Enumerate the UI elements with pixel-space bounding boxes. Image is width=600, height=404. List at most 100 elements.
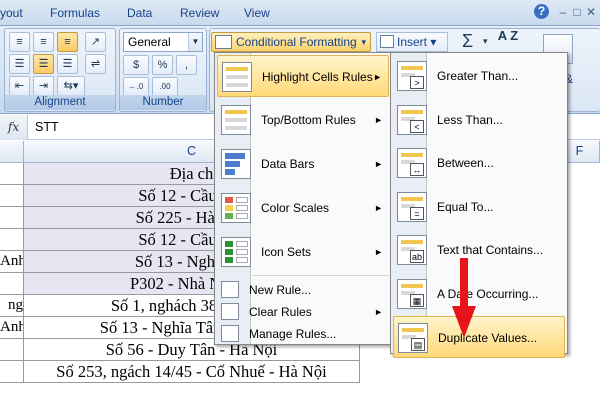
align-center-icon[interactable]: ☰ (33, 54, 54, 74)
close-icon[interactable]: ✕ (582, 4, 600, 21)
cell-b[interactable]: Anh (0, 251, 24, 273)
align-middle-icon[interactable]: ≡ (33, 32, 54, 52)
percent-button[interactable]: % (152, 55, 173, 75)
decrease-indent-icon[interactable]: ⇤ (9, 76, 30, 96)
insert-button[interactable]: Insert ▾ (376, 32, 448, 52)
menu-item-icon-sets[interactable]: Icon Sets ► (217, 231, 389, 273)
alignment-group: ≡ ≡ ≡ ↗ ☰ ☰ ☰ ⇌ ⇤ ⇥ ⇆▾ Alignment (4, 28, 116, 112)
submenu-item-label: Between... (437, 156, 494, 170)
submenu-item-date-occurring[interactable]: ▦ A Date Occurring... (393, 273, 565, 315)
submenu-arrow-icon: ► (374, 159, 383, 169)
color-scales-icon (221, 193, 251, 223)
equal-to-icon: = (397, 191, 427, 222)
submenu-item-less-than[interactable]: < Less Than... (393, 99, 565, 141)
menu-item-clear-rules[interactable]: Clear Rules ► (217, 301, 389, 323)
submenu-item-greater-than[interactable]: > Greater Than... (393, 55, 565, 97)
menu-item-label: Clear Rules (249, 305, 312, 319)
align-bottom-icon[interactable]: ≡ (57, 32, 78, 52)
submenu-arrow-icon: ► (373, 72, 382, 82)
menu-item-label: Top/Bottom Rules (261, 113, 356, 127)
number-group-label: Number (120, 95, 206, 110)
conditional-formatting-label: Conditional Formatting (236, 35, 357, 49)
greater-than-icon: > (397, 61, 427, 91)
number-group: General ▼ $ % , ←.0 .00 .00 →.0 Number (119, 28, 207, 112)
menu-item-label: Color Scales (261, 201, 330, 215)
tab-view[interactable]: View (244, 6, 270, 20)
alignment-group-label: Alignment (5, 95, 115, 110)
increase-indent-icon[interactable]: ⇥ (33, 76, 54, 96)
cell-b[interactable] (0, 361, 24, 383)
submenu-item-label: Less Than... (437, 112, 503, 127)
date-occurring-icon: ▦ (397, 278, 427, 309)
manage-rules-icon (221, 325, 239, 342)
red-arrow-annotation (452, 258, 476, 338)
menu-separator (253, 275, 389, 276)
conditional-formatting-icon (215, 35, 232, 49)
wrap-text-icon[interactable]: ⇌ (85, 54, 106, 74)
submenu-arrow-icon: ► (374, 307, 383, 317)
menu-item-top-bottom-rules[interactable]: Top/Bottom Rules ► (217, 99, 389, 141)
fx-icon[interactable]: fx (0, 115, 28, 140)
orientation-icon[interactable]: ↗ (85, 32, 106, 52)
align-top-icon[interactable]: ≡ (9, 32, 30, 52)
formula-input[interactable]: STT (35, 120, 59, 134)
cell-b[interactable]: Anh (0, 317, 24, 339)
cell-c[interactable]: Số 253, ngách 14/45 - Cổ Nhuế - Hà Nội (24, 361, 360, 383)
top-bottom-rules-icon (221, 105, 251, 135)
menu-item-label: Data Bars (261, 157, 315, 171)
menu-item-highlight-cells-rules[interactable]: Highlight Cells Rules ► (217, 55, 389, 97)
cell-b[interactable]: ng (0, 295, 24, 317)
text-contains-icon: ab (397, 235, 427, 265)
menu-item-new-rule[interactable]: New Rule... (217, 279, 389, 301)
decrease-decimal-button[interactable]: .00 →.0 (152, 77, 178, 109)
icon-sets-icon (221, 237, 251, 267)
currency-button[interactable]: $ (123, 55, 149, 75)
new-rule-icon (221, 281, 239, 298)
tab-review[interactable]: Review (180, 6, 219, 20)
chevron-down-icon: ▼ (188, 33, 202, 51)
submenu-item-label: Greater Than... (437, 69, 519, 83)
number-format-value: General (128, 35, 171, 49)
tab-layout[interactable]: yout (0, 6, 23, 20)
cell-b[interactable] (0, 163, 24, 185)
align-left-icon[interactable]: ☰ (9, 54, 30, 74)
data-bars-icon (221, 149, 251, 179)
tab-formulas[interactable]: Formulas (50, 6, 100, 20)
submenu-item-between[interactable]: ↔ Between... (393, 142, 565, 184)
submenu-item-label: Text that Contains... (437, 243, 544, 257)
increase-decimal-button[interactable]: ←.0 .00 (123, 77, 149, 109)
between-icon: ↔ (397, 148, 427, 178)
insert-label: Insert (397, 35, 428, 49)
autosum-icon[interactable]: Σ (462, 31, 473, 52)
cell-b[interactable] (0, 207, 24, 229)
autosum-chevron-icon[interactable]: ▾ (483, 36, 488, 47)
help-icon[interactable]: ? (534, 4, 549, 19)
less-than-icon: < (397, 104, 427, 135)
comma-button[interactable]: , (176, 55, 197, 75)
cell-b[interactable] (0, 273, 24, 295)
menu-item-color-scales[interactable]: Color Scales ► (217, 187, 389, 229)
align-right-icon[interactable]: ☰ (57, 54, 78, 74)
column-header-b[interactable] (0, 141, 24, 163)
submenu-arrow-icon: ► (374, 115, 383, 125)
number-format-select[interactable]: General ▼ (123, 32, 203, 52)
clear-rules-icon (221, 303, 239, 320)
cell-b[interactable] (0, 339, 24, 361)
highlight-cells-submenu: > Greater Than... < Less Than... ↔ Between.… (390, 52, 568, 358)
sort-filter-icon[interactable]: A Z (497, 29, 519, 42)
submenu-item-text-contains[interactable]: ab Text that Contains... (393, 229, 565, 271)
menu-item-data-bars[interactable]: Data Bars ► (217, 143, 389, 185)
cell-b[interactable] (0, 229, 24, 251)
submenu-item-equal-to[interactable]: = Equal To... (393, 186, 565, 228)
conditional-formatting-button[interactable]: Conditional Formatting ▾ (211, 32, 371, 52)
excel-window: yout Formulas Data Review View ? – □ ✕ ≡… (0, 0, 600, 404)
menu-item-manage-rules[interactable]: Manage Rules... (217, 323, 389, 345)
submenu-item-duplicate-values[interactable]: ▤ Duplicate Values... (393, 316, 565, 358)
submenu-arrow-icon: ► (374, 203, 383, 213)
menu-item-label: New Rule... (249, 283, 312, 297)
cell-b[interactable] (0, 185, 24, 207)
menu-item-label: Highlight Cells Rules (262, 70, 373, 84)
menu-item-label: Manage Rules... (249, 327, 337, 341)
tab-data[interactable]: Data (127, 6, 152, 20)
merge-center-icon[interactable]: ⇆▾ (57, 76, 85, 96)
